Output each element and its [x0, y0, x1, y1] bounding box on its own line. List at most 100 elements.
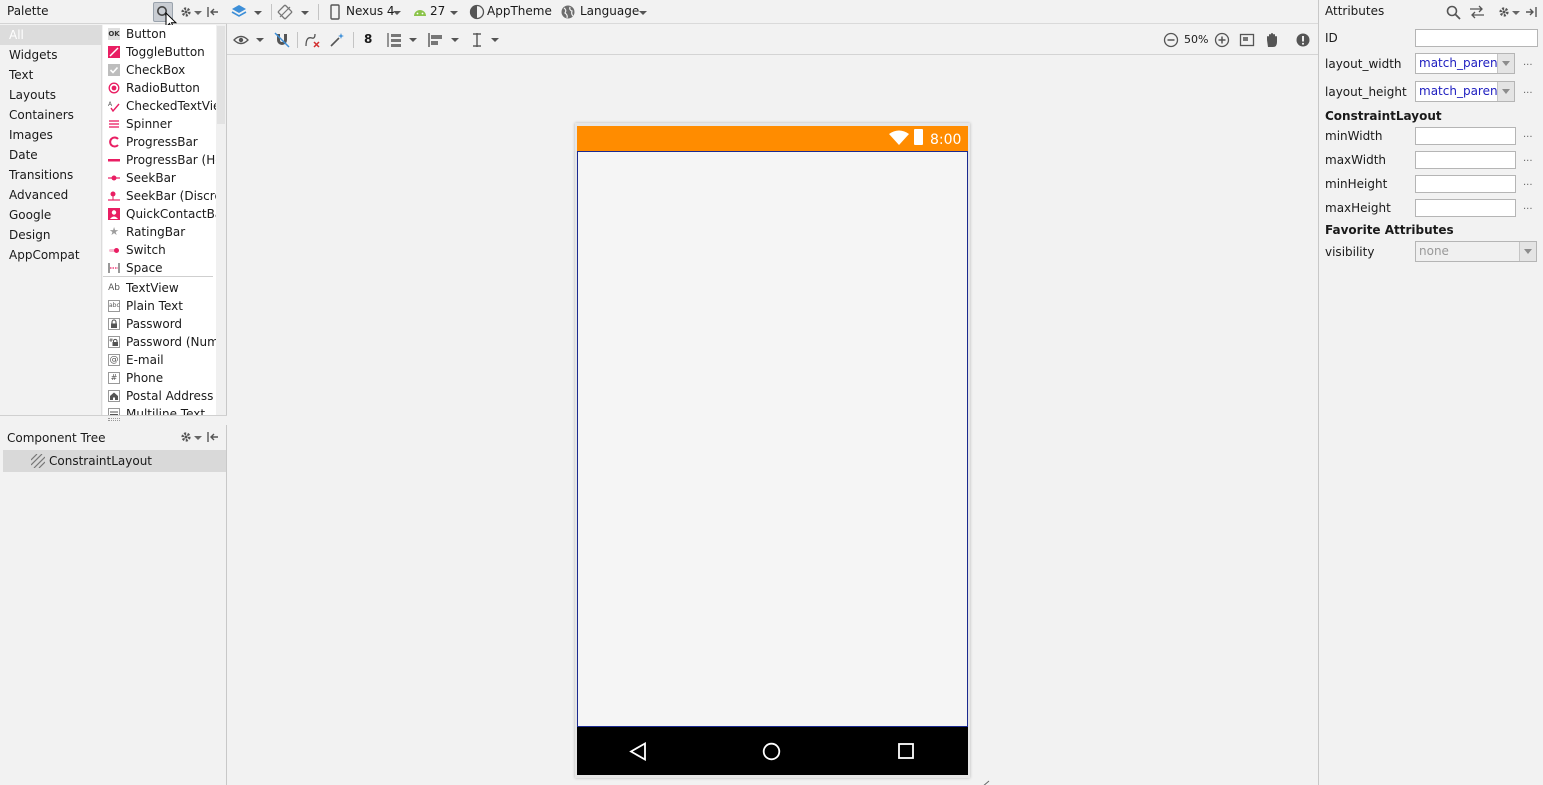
max-height-more-button[interactable]: ... — [1523, 201, 1533, 212]
zoom-in-icon[interactable] — [1213, 31, 1231, 49]
device-icon[interactable] — [326, 3, 344, 21]
category-text[interactable]: Text — [0, 65, 101, 85]
widget-password[interactable]: Password — [103, 315, 216, 333]
attr-search-icon[interactable] — [1444, 3, 1462, 21]
widget-plain-text[interactable]: abc Plain Text — [103, 297, 216, 315]
view-options-dropdown-icon[interactable] — [256, 38, 264, 42]
attr-collapse-icon[interactable] — [1522, 3, 1540, 21]
infer-constraints-icon[interactable] — [328, 31, 346, 49]
tree-collapse-icon[interactable] — [204, 428, 222, 446]
warning-icon[interactable] — [1294, 31, 1312, 49]
language-dropdown-icon[interactable] — [639, 11, 647, 15]
widget-progressbar-horizontal[interactable]: ProgressBar (Horizontal) — [103, 151, 216, 169]
widget-radiobutton[interactable]: RadioButton — [103, 79, 216, 97]
device-selector[interactable]: Nexus 4 — [346, 4, 395, 18]
widget-spinner[interactable]: Spinner — [103, 115, 216, 133]
align-icon[interactable] — [427, 31, 445, 49]
category-date[interactable]: Date — [0, 145, 101, 165]
api-level-selector[interactable]: 27 — [430, 4, 445, 18]
pack-dropdown-icon[interactable] — [409, 38, 417, 42]
resize-handle-icon[interactable] — [981, 777, 991, 785]
category-google[interactable]: Google — [0, 205, 101, 225]
pack-icon[interactable] — [385, 31, 403, 49]
min-width-more-button[interactable]: ... — [1523, 129, 1533, 140]
tree-gear-dropdown-icon[interactable] — [194, 436, 202, 440]
min-height-field[interactable] — [1415, 175, 1516, 193]
min-width-field[interactable] — [1415, 127, 1516, 145]
collapse-panel-icon[interactable] — [204, 3, 222, 21]
widget-email[interactable]: @ E-mail — [103, 351, 216, 369]
max-width-more-button[interactable]: ... — [1523, 153, 1533, 164]
layout-height-more-button[interactable]: ... — [1523, 85, 1533, 96]
widget-seekbar-discrete[interactable]: SeekBar (Discrete) — [103, 187, 216, 205]
category-containers[interactable]: Containers — [0, 105, 101, 125]
widget-togglebutton[interactable]: ToggleButton — [103, 43, 216, 61]
category-images[interactable]: Images — [0, 125, 101, 145]
layers-dropdown-icon[interactable] — [254, 11, 262, 15]
widget-progressbar[interactable]: ProgressBar — [103, 133, 216, 151]
category-appcompat[interactable]: AppCompat — [0, 245, 101, 265]
widget-postal-address[interactable]: Postal Address — [103, 387, 216, 405]
align-dropdown-icon[interactable] — [451, 38, 459, 42]
theme-selector[interactable]: AppTheme — [487, 4, 552, 18]
orientation-icon[interactable] — [276, 3, 294, 21]
attributes-title: Attributes — [1325, 4, 1385, 18]
widget-space[interactable]: Space — [103, 259, 216, 277]
pan-hand-icon[interactable] — [1263, 31, 1281, 49]
attr-gear-dropdown-icon[interactable] — [1512, 11, 1520, 15]
category-transitions[interactable]: Transitions — [0, 165, 101, 185]
swap-view-icon[interactable] — [1468, 3, 1486, 21]
gear-dropdown-icon[interactable] — [194, 11, 202, 15]
widget-checkbox[interactable]: CheckBox — [103, 61, 216, 79]
api-level-dropdown-icon[interactable] — [450, 11, 458, 15]
zoom-to-fit-icon[interactable] — [1238, 31, 1256, 49]
home-icon — [762, 742, 781, 764]
magnet-off-icon[interactable] — [273, 31, 291, 49]
max-width-field[interactable] — [1415, 151, 1516, 169]
gear-icon[interactable] — [177, 3, 195, 21]
switch-icon — [108, 244, 120, 256]
layers-icon[interactable] — [230, 3, 248, 21]
palette-splitter[interactable] — [0, 415, 227, 425]
widget-switch[interactable]: Switch — [103, 241, 216, 259]
widget-seekbar[interactable]: SeekBar — [103, 169, 216, 187]
clear-constraints-icon[interactable] — [303, 31, 321, 49]
toggle-button-icon — [108, 46, 120, 58]
tree-gear-icon[interactable] — [177, 428, 195, 446]
layout-width-more-button[interactable]: ... — [1523, 57, 1533, 68]
widget-phone[interactable]: # Phone — [103, 369, 216, 387]
orientation-dropdown-icon[interactable] — [301, 11, 309, 15]
id-field[interactable] — [1415, 29, 1538, 47]
layout-preview-screen[interactable] — [577, 151, 968, 727]
attr-gear-icon[interactable] — [1495, 3, 1513, 21]
default-margin-value[interactable]: 8 — [364, 32, 372, 46]
guidelines-icon[interactable] — [468, 31, 486, 49]
widget-multiline-text[interactable]: Multiline Text — [103, 405, 216, 415]
widget-list-scroll-thumb[interactable] — [217, 26, 225, 124]
widget-textview[interactable]: Ab TextView — [103, 279, 216, 297]
category-design[interactable]: Design — [0, 225, 101, 245]
android-icon[interactable] — [411, 3, 429, 21]
theme-icon[interactable] — [468, 3, 486, 21]
device-dropdown-icon[interactable] — [393, 11, 401, 15]
category-widgets[interactable]: Widgets — [0, 45, 101, 65]
zoom-out-icon[interactable] — [1162, 31, 1180, 49]
globe-icon[interactable] — [559, 3, 577, 21]
min-height-more-button[interactable]: ... — [1523, 177, 1533, 188]
widget-ratingbar[interactable]: ★ RatingBar — [103, 223, 216, 241]
category-all[interactable]: All — [0, 25, 101, 45]
layout-height-select[interactable]: match_parent — [1415, 81, 1515, 102]
widget-button[interactable]: OK Button — [103, 25, 216, 43]
visibility-select[interactable]: none — [1415, 241, 1537, 262]
widget-password-numeric[interactable]: # Password (Numeric) — [103, 333, 216, 351]
guidelines-dropdown-icon[interactable] — [491, 38, 499, 42]
category-advanced[interactable]: Advanced — [0, 185, 101, 205]
language-selector[interactable]: Language — [580, 4, 639, 18]
eye-icon[interactable] — [232, 31, 250, 49]
category-layouts[interactable]: Layouts — [0, 85, 101, 105]
layout-width-select[interactable]: match_parent — [1415, 53, 1515, 74]
max-height-field[interactable] — [1415, 199, 1516, 217]
tree-item-constraintlayout[interactable]: ConstraintLayout — [3, 450, 226, 472]
widget-checkedtextview[interactable]: A CheckedTextView — [103, 97, 216, 115]
widget-quickcontactbadge[interactable]: QuickContactBadge — [103, 205, 216, 223]
